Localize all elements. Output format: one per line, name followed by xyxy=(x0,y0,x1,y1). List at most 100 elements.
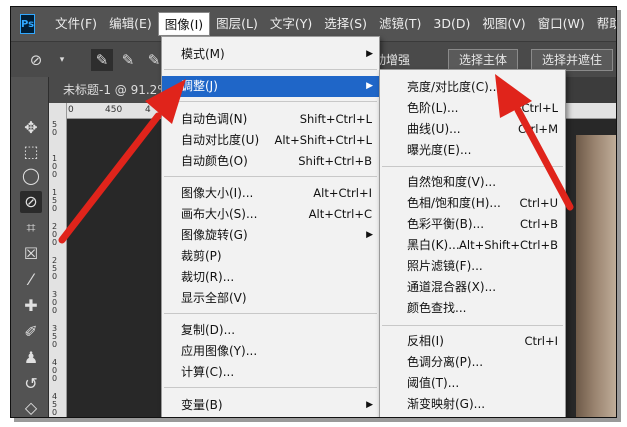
menu-file[interactable]: 文件(F) xyxy=(49,12,103,36)
submenu-arrow-icon: ▶ xyxy=(366,81,373,91)
photoshop-logo-icon: Ps xyxy=(20,14,36,34)
menu-item-photo-filter[interactable]: 照片滤镜(F)... xyxy=(380,256,565,277)
ruler-label: 150 xyxy=(52,188,58,213)
healing-brush-tool-icon[interactable]: ✚ xyxy=(20,295,42,317)
quick-selection-tool-icon[interactable]: ⊘ xyxy=(25,49,47,71)
eraser-tool-icon[interactable]: ◇ xyxy=(20,397,42,417)
chevron-down-icon[interactable]: ▾ xyxy=(51,49,73,71)
menu-item-duplicate[interactable]: 复制(D)... xyxy=(162,320,379,341)
menu-layer[interactable]: 图层(L) xyxy=(210,12,264,36)
menu-item-apply-image[interactable]: 应用图像(Y)... xyxy=(162,341,379,362)
menu-window[interactable]: 窗口(W) xyxy=(532,12,591,36)
menu-item-label: 颜色查找... xyxy=(407,301,467,315)
menu-item-label: 应用图像(Y)... xyxy=(181,344,258,358)
menu-item-label: 画布大小(S)... xyxy=(181,207,258,221)
menu-item-adjustments[interactable]: 调整(J) ▶ xyxy=(162,76,379,97)
menu-item-shortcut: Alt+Ctrl+C xyxy=(308,207,372,221)
menu-item-label: 色彩平衡(B)... xyxy=(407,217,485,231)
new-selection-brush-icon[interactable]: ✎ xyxy=(91,49,113,71)
menu-item-calculations[interactable]: 计算(C)... xyxy=(162,362,379,383)
menu-item-reveal-all[interactable]: 显示全部(V) xyxy=(162,288,379,309)
menu-item-image-size[interactable]: 图像大小(I)... Alt+Ctrl+I xyxy=(162,183,379,204)
menu-item-label: 曝光度(E)... xyxy=(407,143,472,157)
menu-item-label: 渐变映射(G)... xyxy=(407,397,486,411)
menu-item-label: 计算(C)... xyxy=(181,365,235,379)
menu-separator xyxy=(382,325,563,326)
menu-item-brightness-contrast[interactable]: 亮度/对比度(C)... xyxy=(380,77,565,98)
add-to-selection-icon[interactable]: ✎ xyxy=(117,49,139,71)
menu-item-label: 显示全部(V) xyxy=(181,291,247,305)
menu-type[interactable]: 文字(Y) xyxy=(264,12,318,36)
ruler-label: 250 xyxy=(52,256,58,281)
menu-item-black-white[interactable]: 黑白(K)... Alt+Shift+Ctrl+B xyxy=(380,235,565,256)
menu-select[interactable]: 选择(S) xyxy=(318,12,373,36)
menu-item-trim[interactable]: 裁切(R)... xyxy=(162,267,379,288)
menu-item-posterize[interactable]: 色调分离(P)... xyxy=(380,352,565,373)
menu-item-shortcut: Alt+Shift+Ctrl+L xyxy=(274,133,373,147)
adjustments-submenu: 亮度/对比度(C)... 色阶(L)... Ctrl+L 曲线(U)... Ct… xyxy=(379,69,566,417)
menu-view[interactable]: 视图(V) xyxy=(476,12,531,36)
menu-item-invert[interactable]: 反相(I) Ctrl+I xyxy=(380,331,565,352)
menu-separator xyxy=(164,176,377,177)
ruler-label: 400 xyxy=(52,358,58,383)
menu-help[interactable]: 帮助 xyxy=(591,12,616,36)
ruler-label: 450 xyxy=(105,105,123,115)
menu-item-label: 裁剪(P) xyxy=(181,249,222,263)
menu-item-label: 裁切(R)... xyxy=(181,270,235,284)
menu-edit[interactable]: 编辑(E) xyxy=(103,12,158,36)
menu-item-auto-contrast[interactable]: 自动对比度(U) Alt+Shift+Ctrl+L xyxy=(162,130,379,151)
menu-separator xyxy=(164,101,377,102)
menu-item-label: 色阶(L)... xyxy=(407,101,459,115)
history-brush-tool-icon[interactable]: ↺ xyxy=(20,373,42,395)
menu-item-mode[interactable]: 模式(M) ▶ xyxy=(162,44,379,65)
menu-item-levels[interactable]: 色阶(L)... Ctrl+L xyxy=(380,98,565,119)
menu-item-exposure[interactable]: 曝光度(E)... xyxy=(380,140,565,161)
menu-item-shortcut: Alt+Ctrl+I xyxy=(313,186,372,200)
menu-item-auto-tone[interactable]: 自动色调(N) Shift+Ctrl+L xyxy=(162,109,379,130)
select-and-mask-button[interactable]: 选择并遮住 xyxy=(531,49,614,71)
tools-panel: ✥ ⬚ ◯ ⊘ ⌗ ☒ ⁄ ✚ ✐ ♟ ↺ ◇ xyxy=(11,77,49,417)
menu-filter[interactable]: 滤镜(T) xyxy=(373,12,427,36)
menu-image[interactable]: 图像(I) xyxy=(157,12,211,36)
menu-3d[interactable]: 3D(D) xyxy=(427,12,476,36)
brush-tool-icon[interactable]: ✐ xyxy=(20,321,42,343)
clone-stamp-tool-icon[interactable]: ♟ xyxy=(20,347,42,369)
menu-item-color-lookup[interactable]: 颜色查找... xyxy=(380,298,565,319)
menu-item-channel-mixer[interactable]: 通道混合器(X)... xyxy=(380,277,565,298)
menu-item-label: 自动颜色(O) xyxy=(181,154,248,168)
menu-item-shortcut: Shift+Ctrl+B xyxy=(298,154,372,168)
menu-item-label: 通道混合器(X)... xyxy=(407,280,497,294)
menu-item-label: 阈值(T)... xyxy=(407,376,460,390)
move-tool-icon[interactable]: ✥ xyxy=(20,117,42,139)
eyedropper-tool-icon[interactable]: ⁄ xyxy=(20,269,42,291)
menu-item-label: 图像旋转(G) xyxy=(181,228,248,242)
menu-item-shortcut: Ctrl+B xyxy=(520,217,558,231)
crop-tool-icon[interactable]: ⌗ xyxy=(20,217,42,239)
lasso-tool-icon[interactable]: ◯ xyxy=(20,165,42,187)
menu-item-image-rotation[interactable]: 图像旋转(G) ▶ xyxy=(162,225,379,246)
ruler-label: 4 xyxy=(145,105,151,115)
menu-item-label: 图像大小(I)... xyxy=(181,186,254,200)
frame-tool-icon[interactable]: ☒ xyxy=(20,243,42,265)
quick-selection-tool-icon[interactable]: ⊘ xyxy=(20,191,42,213)
menu-item-auto-color[interactable]: 自动颜色(O) Shift+Ctrl+B xyxy=(162,151,379,172)
marquee-tool-icon[interactable]: ⬚ xyxy=(20,141,42,163)
menu-item-threshold[interactable]: 阈值(T)... xyxy=(380,373,565,394)
frame-shadow xyxy=(617,10,621,422)
menu-item-hue-saturation[interactable]: 色相/饱和度(H)... Ctrl+U xyxy=(380,193,565,214)
menu-item-gradient-map[interactable]: 渐变映射(G)... xyxy=(380,394,565,415)
ruler-label: 100 xyxy=(52,154,58,179)
menu-separator xyxy=(164,387,377,388)
menu-item-vibrance[interactable]: 自然饱和度(V)... xyxy=(380,172,565,193)
menu-item-color-balance[interactable]: 色彩平衡(B)... Ctrl+B xyxy=(380,214,565,235)
menu-item-label: 调整(J) xyxy=(181,79,218,93)
menu-item-label: 变量(B) xyxy=(181,398,223,412)
document-image[interactable] xyxy=(576,135,616,417)
select-subject-button[interactable]: 选择主体 xyxy=(448,49,519,71)
ruler-label: 0 xyxy=(68,105,74,115)
menu-item-canvas-size[interactable]: 画布大小(S)... Alt+Ctrl+C xyxy=(162,204,379,225)
menu-item-crop[interactable]: 裁剪(P) xyxy=(162,246,379,267)
menu-item-label: 色调分离(P)... xyxy=(407,355,484,369)
menu-item-curves[interactable]: 曲线(U)... Ctrl+M xyxy=(380,119,565,140)
menu-item-variables[interactable]: 变量(B) ▶ xyxy=(162,395,379,416)
